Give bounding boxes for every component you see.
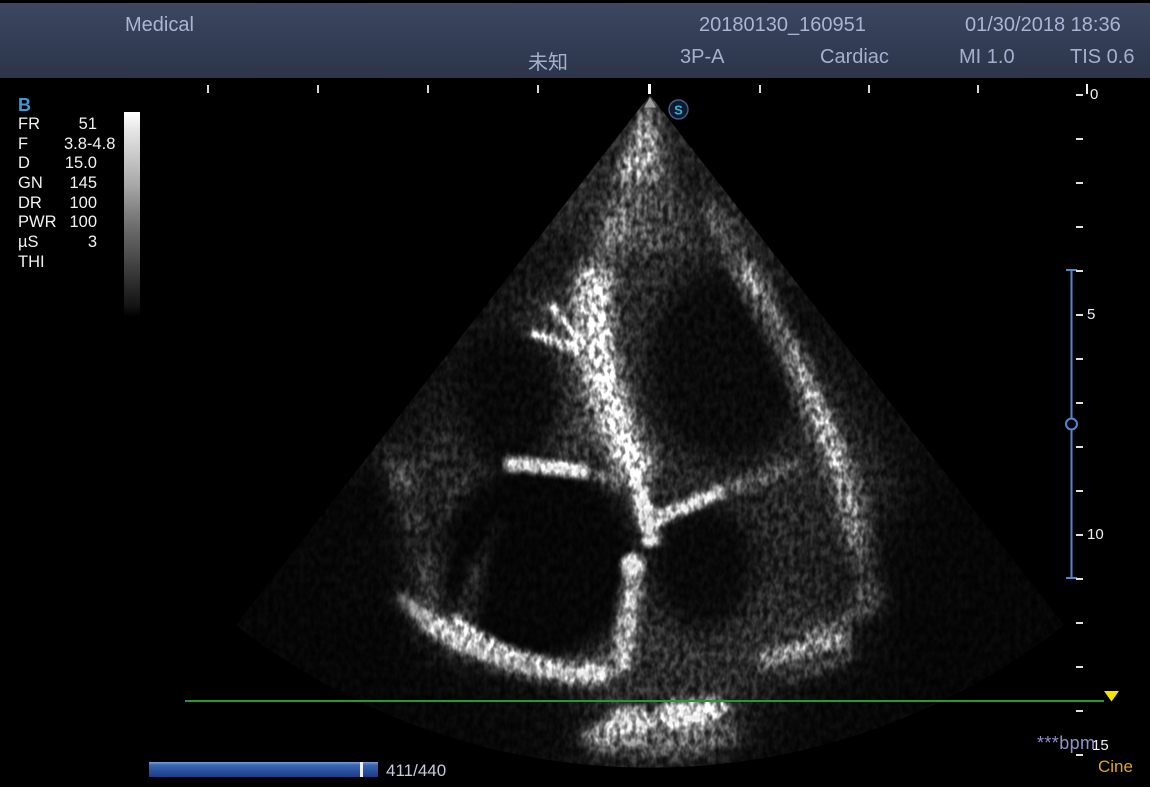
svg-text:S: S xyxy=(674,103,683,118)
